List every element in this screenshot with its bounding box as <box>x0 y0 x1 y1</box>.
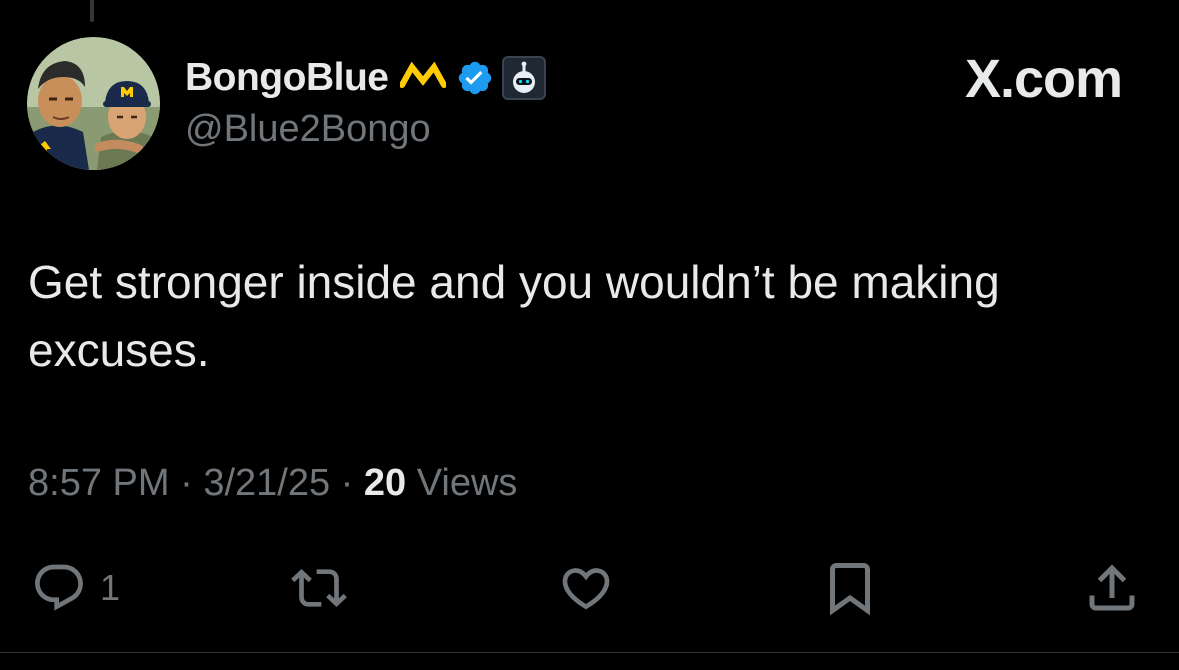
views-count: 20 <box>363 462 407 504</box>
reply-button[interactable]: 1 <box>28 556 120 620</box>
views-label: Views <box>416 462 518 504</box>
tweet-text: Get stronger inside and you wouldn’t be … <box>28 256 1000 376</box>
reply-count: 1 <box>100 567 121 608</box>
verified-badge-icon[interactable] <box>456 59 494 97</box>
repost-icon <box>291 569 347 607</box>
tweet-meta: 8:57 PM · 3/21/25 · 20 Views <box>28 462 517 505</box>
user-handle[interactable]: @Blue2Bongo <box>185 108 431 151</box>
michigan-m-icon <box>400 61 447 95</box>
reply-icon <box>35 564 83 611</box>
author-name-row: BongoBlue <box>185 54 547 102</box>
tweet-date[interactable]: 3/21/25 <box>203 462 330 504</box>
thread-connector-line <box>90 0 94 22</box>
like-button[interactable] <box>556 556 616 620</box>
heart-icon <box>562 568 610 610</box>
meta-separator: · <box>180 462 193 504</box>
share-button[interactable] <box>1082 556 1142 620</box>
affiliate-robot-icon[interactable] <box>502 56 547 100</box>
share-icon <box>1089 564 1135 611</box>
bookmark-icon <box>830 563 870 616</box>
meta-separator: · <box>340 462 354 504</box>
cartoon-avatar-icon <box>27 37 160 170</box>
tweet-time[interactable]: 8:57 PM <box>28 462 170 504</box>
avatar[interactable] <box>27 37 160 170</box>
tweet-action-bar: 1 <box>0 556 1179 620</box>
repost-button[interactable] <box>286 556 352 620</box>
display-name[interactable]: BongoBlue <box>185 56 389 100</box>
bookmark-button[interactable] <box>820 556 880 620</box>
site-watermark: X.com <box>964 49 1123 109</box>
bottom-divider <box>0 652 1179 653</box>
